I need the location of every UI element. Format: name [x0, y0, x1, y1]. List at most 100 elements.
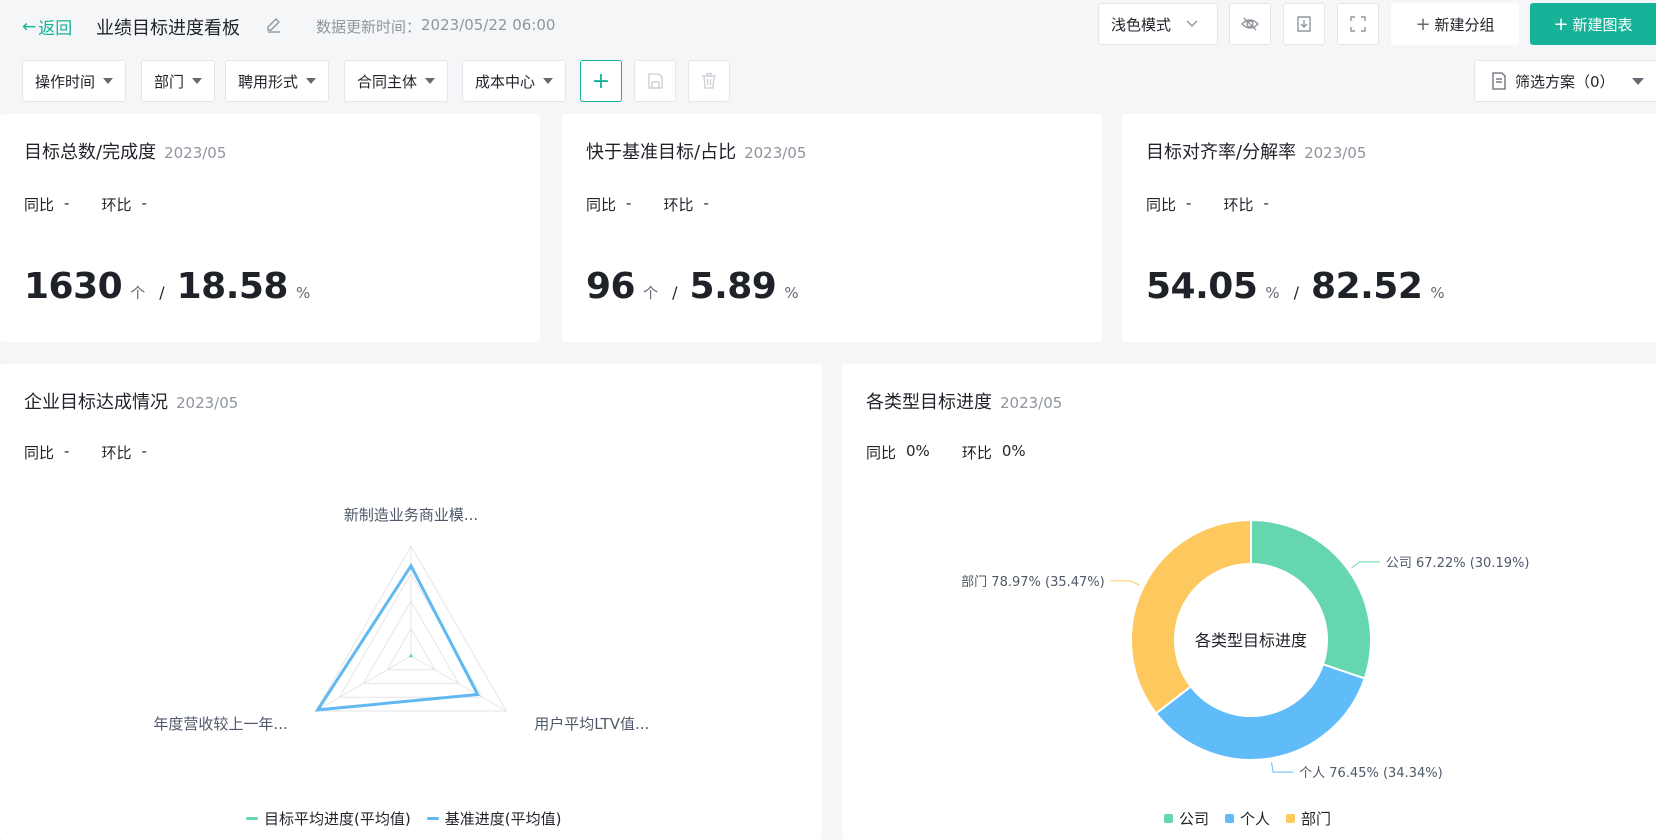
donut-leader-line — [1270, 762, 1294, 773]
download-icon — [1297, 16, 1311, 32]
mom-label: 环比 — [101, 196, 132, 214]
radar-legend: 目标平均进度(平均值) 基准进度(平均值) — [246, 808, 561, 829]
donut-chart-card: 各类型目标进度 2023/05 同比 0% 环比 0% 公司 67.22% (30.1… — [842, 364, 1656, 840]
yoy-value: - — [64, 194, 70, 212]
donut-slice — [1130, 518, 1252, 715]
legend-swatch — [1225, 814, 1235, 823]
metric-value: 1630 — [24, 266, 123, 307]
donut-legend: 公司 个人 部门 — [1164, 808, 1331, 829]
page-title: 业绩目标进度看板 — [96, 18, 240, 39]
yoy-label: 同比 — [1146, 196, 1177, 214]
filter-employment-type[interactable]: 聘用形式 — [225, 60, 330, 102]
hide-button[interactable] — [1229, 3, 1271, 45]
donut-slice-label: 部门 78.97% (35.47%) — [961, 575, 1105, 590]
chevron-down-icon — [1186, 20, 1198, 27]
compare-row: 同比 - 环比 - — [1146, 194, 1301, 215]
edit-icon[interactable] — [264, 15, 284, 35]
card-title: 快于基准目标/占比 — [586, 142, 737, 163]
mom-label: 环比 — [663, 196, 694, 214]
kpi-card-faster: 快于基准目标/占比 2023/05 同比 - 环比 - 96 个 / 5.89 % — [562, 114, 1102, 342]
save-icon — [648, 73, 663, 89]
delete-filter-button[interactable] — [688, 60, 730, 102]
legend-swatch — [246, 817, 258, 820]
yoy-label: 同比 — [586, 196, 617, 214]
new-chart-label: 新建图表 — [1572, 15, 1633, 34]
fullscreen-button[interactable] — [1337, 3, 1379, 45]
add-filter-button[interactable]: + — [580, 60, 622, 102]
donut-chart: 公司 67.22% (30.19%) 个人 76.45% (34.34%) 部门 7… — [961, 518, 1530, 781]
new-chart-button[interactable]: + 新建图表 — [1530, 3, 1656, 45]
plus-icon: + — [1415, 13, 1431, 35]
legend-label: 基准进度(平均值) — [444, 810, 562, 828]
document-icon — [1492, 72, 1506, 90]
radar-indicator-label: 新制造业务商业模... — [344, 506, 478, 524]
update-value: 2023/05/22 06:00 — [421, 16, 556, 34]
compare-row: 同比 - 环比 - — [586, 194, 741, 215]
metric-separator: / — [1293, 283, 1300, 302]
filter-label: 聘用形式 — [238, 72, 299, 91]
radar-indicator-label: 年度营收较上一年... — [153, 715, 287, 733]
donut-slice-label: 个人 76.45% (34.34%) — [1299, 766, 1443, 781]
radar-series-2 — [314, 562, 481, 712]
back-button[interactable]: ← 返回 — [22, 14, 73, 40]
filter-scheme-select[interactable]: 筛选方案（0） — [1474, 60, 1656, 102]
new-group-button[interactable]: + 新建分组 — [1391, 3, 1519, 45]
update-time: 数据更新时间： 2023/05/22 06:00 — [316, 16, 555, 37]
trash-icon — [702, 72, 716, 89]
filter-contract-entity[interactable]: 合同主体 — [344, 60, 449, 102]
donut-slice-label: 公司 67.22% (30.19%) — [1386, 556, 1530, 571]
header: ← 返回 业绩目标进度看板 数据更新时间： 2023/05/22 06:00 浅… — [0, 0, 1656, 52]
metric-row: 1630 个 / 18.58 % — [24, 266, 310, 307]
yoy-label: 同比 — [24, 196, 55, 214]
radar-chart-card: 企业目标达成情况 2023/05 同比 - 环比 - 新制造业务商业模... 用户平均L… — [0, 364, 822, 840]
legend-label: 目标平均进度(平均值) — [264, 810, 411, 828]
new-group-label: 新建分组 — [1434, 15, 1495, 34]
back-label: 返回 — [38, 19, 73, 39]
card-date: 2023/05 — [164, 144, 227, 162]
filter-label: 操作时间 — [35, 72, 96, 91]
legend-item[interactable]: 个人 — [1225, 808, 1270, 829]
legend-item[interactable]: 目标平均进度(平均值) — [246, 808, 411, 829]
filter-department[interactable]: 部门 — [141, 60, 216, 102]
metric-row: 96 个 / 5.89 % — [586, 266, 799, 307]
donut-center-label: 各类型目标进度 — [1195, 631, 1307, 650]
metric-separator: / — [159, 283, 165, 302]
save-filter-button[interactable] — [634, 60, 676, 102]
download-button[interactable] — [1283, 3, 1325, 45]
metric-unit: 个 — [643, 284, 659, 302]
legend-item[interactable]: 基准进度(平均值) — [426, 808, 562, 829]
caret-down-icon — [1632, 78, 1644, 85]
radar-indicator-label: 用户平均LTV值... — [534, 715, 649, 733]
donut-slice — [1250, 518, 1372, 680]
card-title-row: 目标总数/完成度 2023/05 — [24, 138, 226, 164]
update-label: 数据更新时间： — [316, 18, 422, 36]
caret-down-icon — [543, 78, 554, 84]
plus-icon: + — [1553, 13, 1569, 35]
mom-value: - — [703, 194, 709, 212]
legend-label: 公司 — [1179, 810, 1210, 828]
yoy-value: - — [1186, 194, 1192, 212]
card-title: 目标总数/完成度 — [24, 142, 157, 163]
eye-off-icon — [1241, 17, 1259, 31]
donut-leader-line — [1110, 580, 1140, 586]
mode-select[interactable]: 浅色模式 — [1098, 3, 1218, 45]
metric-value: 5.89 — [689, 266, 777, 307]
metric-value: 82.52 — [1311, 266, 1423, 307]
legend-swatch — [1164, 814, 1173, 823]
filter-cost-center[interactable]: 成本中心 — [462, 60, 567, 102]
filter-operate-time[interactable]: 操作时间 — [22, 60, 127, 102]
metric-separator: / — [672, 283, 678, 302]
radar-chart: 新制造业务商业模... 用户平均LTV值... 年度营收较上一年... — [153, 506, 649, 733]
metric-unit: % — [295, 284, 311, 302]
filter-scheme-label: 筛选方案（0） — [1515, 72, 1615, 91]
legend-item[interactable]: 部门 — [1286, 808, 1331, 829]
mom-value: - — [1263, 194, 1269, 212]
metric-unit: % — [1265, 284, 1280, 302]
card-date: 2023/05 — [1304, 144, 1367, 162]
metric-unit: % — [1430, 284, 1445, 302]
metric-value: 54.05 — [1146, 266, 1258, 307]
legend-item[interactable]: 公司 — [1164, 808, 1209, 829]
yoy-value: - — [626, 194, 632, 212]
compare-row: 同比 - 环比 - — [24, 194, 179, 215]
donut-leader-line — [1351, 561, 1380, 569]
